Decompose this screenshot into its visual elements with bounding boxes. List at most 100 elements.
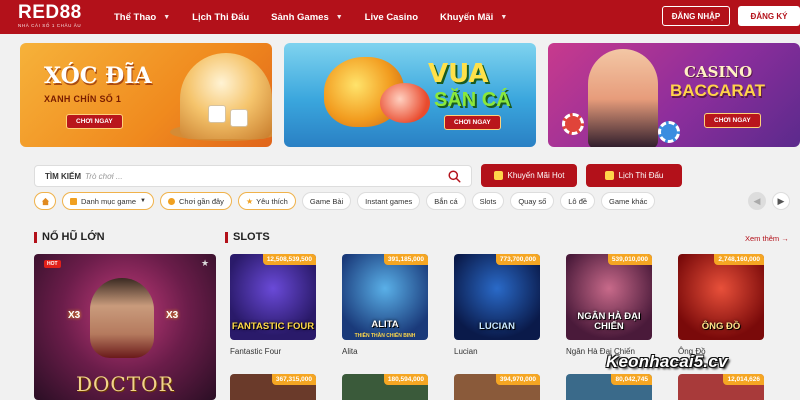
banner-vua-san-ca[interactable]: VUA SĂN CÁ CHƠI NGAY <box>284 43 536 147</box>
banner-title-line2: BACCARAT <box>670 81 766 100</box>
dice-icon <box>230 109 248 127</box>
section-title-text: NỔ HŨ LỚN <box>42 231 105 243</box>
section-marker <box>34 231 37 243</box>
jackpot-amount: 773,700,000 <box>495 254 540 265</box>
home-filter-button[interactable] <box>34 192 56 210</box>
see-more-link[interactable]: Xem thêm → <box>745 234 789 243</box>
gift-icon <box>493 171 503 180</box>
nav-item-label: Thể Thao <box>114 11 157 23</box>
game-card[interactable]: 394,970,000 <box>454 374 540 400</box>
slots-section-title: SLOTS <box>225 231 270 243</box>
schedule-label: Lịch Thi Đấu <box>618 171 664 180</box>
banner-title: XÓC ĐĨA <box>44 63 152 89</box>
game-art-title: LUCIAN <box>479 321 515 332</box>
clock-icon <box>167 197 175 205</box>
recent-filter[interactable]: Chơi gần đây <box>159 192 232 210</box>
search-icon[interactable] <box>448 170 461 183</box>
game-card-alita[interactable]: 391,185,000 ALITA THIÊN THẦN CHIẾN BINH <box>342 254 428 340</box>
nav-item-label: Lịch Thi Đấu <box>192 11 250 23</box>
game-card-fantastic-four[interactable]: 12,508,539,500 FANTASTIC FOUR <box>230 254 316 340</box>
nav-item-label: Khuyến Mãi <box>440 11 494 23</box>
doctor-strange-art <box>90 278 154 358</box>
banner-title-line2: SĂN CÁ <box>434 89 511 111</box>
dice-dome-art <box>180 53 272 139</box>
nav-item-live-casino[interactable]: Live Casino <box>365 12 418 23</box>
favorite-filter[interactable]: ★ Yêu thích <box>237 192 296 210</box>
jackpot-amount: 180,594,000 <box>383 374 428 385</box>
category-dropdown[interactable]: Danh mục game ▼ <box>62 192 154 210</box>
nav-item-lich-thi-dau[interactable]: Lịch Thi Đấu <box>192 12 249 23</box>
game-card[interactable]: 180,594,000 <box>342 374 428 400</box>
game-card-ong-do[interactable]: 2,748,160,000 ÔNG ĐỒ <box>678 254 764 340</box>
game-card-ngan-ha-dai-chien[interactable]: 539,010,000 NGÂN HÀ ĐẠI CHIẾN <box>566 254 652 340</box>
tag-quay-so[interactable]: Quay số <box>510 192 555 210</box>
game-card[interactable]: 367,315,000 <box>230 374 316 400</box>
see-more-label: Xem thêm <box>745 234 780 243</box>
game-name[interactable]: Fantastic Four <box>230 347 281 356</box>
play-now-button[interactable]: CHƠI NGAY <box>66 114 123 129</box>
chevron-down-icon: ▼ <box>163 13 171 21</box>
banner-title: CASINO <box>684 63 753 81</box>
tag-slots[interactable]: Slots <box>471 192 505 210</box>
logo-text: RED88 <box>18 2 82 23</box>
jackpot-game-card[interactable]: X3 X3 DOCTOR <box>34 254 216 400</box>
tag-lo-de[interactable]: Lô đề <box>560 192 596 210</box>
nav-item-sanh-games[interactable]: Sảnh Games ▼ <box>271 12 343 23</box>
tag-instant-games[interactable]: Instant games <box>357 192 421 210</box>
dice-icon <box>208 105 226 123</box>
game-name[interactable]: Lucian <box>454 347 478 356</box>
search-bar[interactable]: TÌM KIẾM Trò chơi ... <box>34 165 472 187</box>
jackpot-amount: 394,970,000 <box>495 374 540 385</box>
favorite-label: Yêu thích <box>256 196 288 206</box>
game-art-title: NGÂN HÀ ĐẠI CHIẾN <box>577 311 641 332</box>
jackpot-amount: 2,748,160,000 <box>714 254 764 265</box>
multiplier-label: X3 <box>68 310 81 321</box>
game-card[interactable]: 12,014,626 <box>678 374 764 400</box>
nav-item-label: Sảnh Games <box>271 11 329 23</box>
game-name[interactable]: Alita <box>342 347 358 356</box>
favorite-star-icon[interactable]: ★ <box>201 258 209 269</box>
jackpot-amount: 80,042,745 <box>611 374 652 385</box>
jackpot-amount: 539,010,000 <box>607 254 652 265</box>
nav-item-khuyen-mai[interactable]: Khuyến Mãi ▼ <box>440 12 507 23</box>
search-input[interactable]: Trò chơi ... <box>85 172 123 181</box>
logo-tagline: NHÀ CÁI SỐ 1 CHÂU ÂU <box>18 23 82 28</box>
scroll-right-arrow-icon[interactable]: ▶ <box>772 192 790 210</box>
search-label: TÌM KIẾM <box>45 171 81 181</box>
chevron-down-icon: ▼ <box>335 13 343 21</box>
category-label: Danh mục game <box>81 196 137 206</box>
banner-casino-baccarat[interactable]: CASINO BACCARAT CHƠI NGAY <box>548 43 800 147</box>
schedule-button[interactable]: Lịch Thi Đấu <box>586 164 682 187</box>
multiplier-label: X3 <box>166 310 179 321</box>
home-icon <box>41 197 49 205</box>
logo[interactable]: RED88 NHÀ CÁI SỐ 1 CHÂU ÂU <box>18 3 82 29</box>
game-art-title: ÔNG ĐỒ <box>701 321 741 332</box>
tag-game-khac[interactable]: Game khác <box>601 192 656 210</box>
game-card[interactable]: 80,042,745 <box>566 374 652 400</box>
tag-ban-ca[interactable]: Bắn cá <box>426 192 466 210</box>
main-nav: Thể Thao ▼ Lịch Thi Đấu Sảnh Games ▼ Live … <box>114 0 529 34</box>
fish-art <box>380 83 430 123</box>
filter-bar: Danh mục game ▼ Chơi gần đây ★ Yêu thích… <box>34 192 656 210</box>
login-button[interactable]: ĐĂNG NHẬP <box>662 6 730 26</box>
banner-xoc-dia[interactable]: XÓC ĐĨA XANH CHÍN SỐ 1 CHƠI NGAY <box>20 43 272 147</box>
dealer-art <box>588 49 658 147</box>
nav-item-label: Live Casino <box>364 11 418 23</box>
section-marker <box>225 231 228 243</box>
play-now-button[interactable]: CHƠI NGAY <box>444 115 501 130</box>
jackpot-amount: 12,508,539,500 <box>262 254 316 265</box>
section-title-text: SLOTS <box>233 231 270 243</box>
promo-hot-button[interactable]: Khuyến Mãi Hot <box>481 164 577 187</box>
casino-chip-icon <box>562 113 584 135</box>
tag-game-bai[interactable]: Game Bài <box>301 192 352 210</box>
watermark: Keonhacai5.cv <box>606 352 728 371</box>
register-button[interactable]: ĐĂNG KÝ <box>738 6 800 26</box>
play-now-button[interactable]: CHƠI NGAY <box>704 113 761 128</box>
scroll-left-arrow-icon[interactable]: ◀ <box>748 192 766 210</box>
jackpot-game-title: DOCTOR <box>76 372 175 396</box>
game-art-title: FANTASTIC FOUR <box>231 321 315 332</box>
nav-item-the-thao[interactable]: Thể Thao ▼ <box>114 12 170 23</box>
game-card-lucian[interactable]: 773,700,000 LUCIAN <box>454 254 540 340</box>
jackpot-amount: 12,014,626 <box>723 374 764 385</box>
jackpot-section-title: NỔ HŨ LỚN <box>34 231 105 243</box>
